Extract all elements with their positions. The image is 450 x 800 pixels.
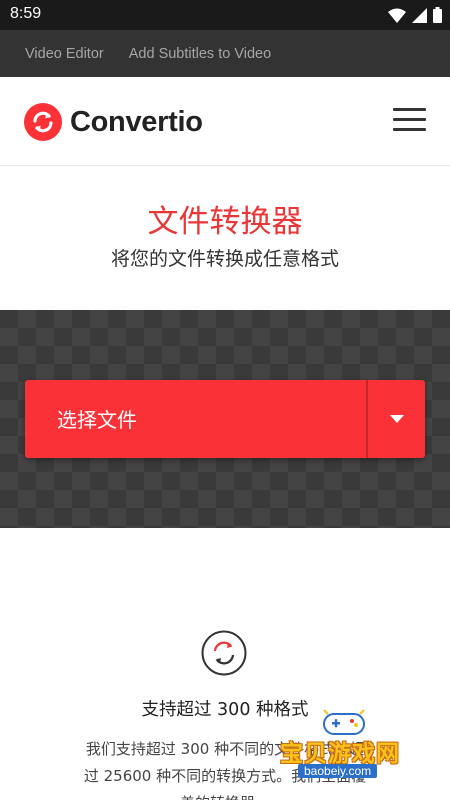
nav-link-add-subtitles[interactable]: Add Subtitles to Video xyxy=(129,46,271,62)
feature-desc-line: 我们支持超过 300 种不同的文件格式，超 xyxy=(85,740,365,758)
feature-description: 我们支持超过 300 种不同的文件格式，超 过 25600 种不同的转换方式。我… xyxy=(55,736,395,800)
status-icons xyxy=(388,7,442,23)
status-time: 8:59 xyxy=(10,5,42,22)
features-section: 支持超过 300 种格式 我们支持超过 300 种不同的文件格式，超 过 256… xyxy=(0,528,450,800)
signal-icon xyxy=(412,7,427,23)
logo[interactable]: Convertio xyxy=(24,103,203,141)
choose-files-label: 选择文件 xyxy=(57,408,137,432)
status-bar: 8:59 xyxy=(0,0,450,30)
hamburger-menu-icon[interactable] xyxy=(393,108,426,134)
site-header: Convertio xyxy=(0,77,450,166)
page-subtitle: 将您的文件转换成任意格式 xyxy=(110,248,339,270)
feature-title: 支持超过 300 种格式 xyxy=(141,700,309,720)
battery-icon xyxy=(433,7,442,23)
convertio-logo-icon xyxy=(24,103,62,141)
top-nav: Video Editor Add Subtitles to Video xyxy=(0,30,450,77)
upload-source-dropdown[interactable] xyxy=(368,380,425,458)
nav-link-video-editor[interactable]: Video Editor xyxy=(25,46,104,62)
choose-files-button[interactable]: 选择文件 xyxy=(25,380,425,458)
wifi-icon xyxy=(388,8,406,23)
logo-text: Convertio xyxy=(70,105,203,138)
feature-desc-line: 过 25600 种不同的转换方式。我们全面覆 xyxy=(83,767,367,785)
feature-desc-line: 盖的转换器。 xyxy=(55,790,395,800)
page-title: 文件转换器 xyxy=(147,204,303,240)
caret-down-icon xyxy=(389,415,404,423)
hero-section: 文件转换器 将您的文件转换成任意格式 xyxy=(0,166,450,310)
upload-zone[interactable]: 选择文件 xyxy=(0,310,450,528)
convert-cycle-icon xyxy=(201,630,247,676)
